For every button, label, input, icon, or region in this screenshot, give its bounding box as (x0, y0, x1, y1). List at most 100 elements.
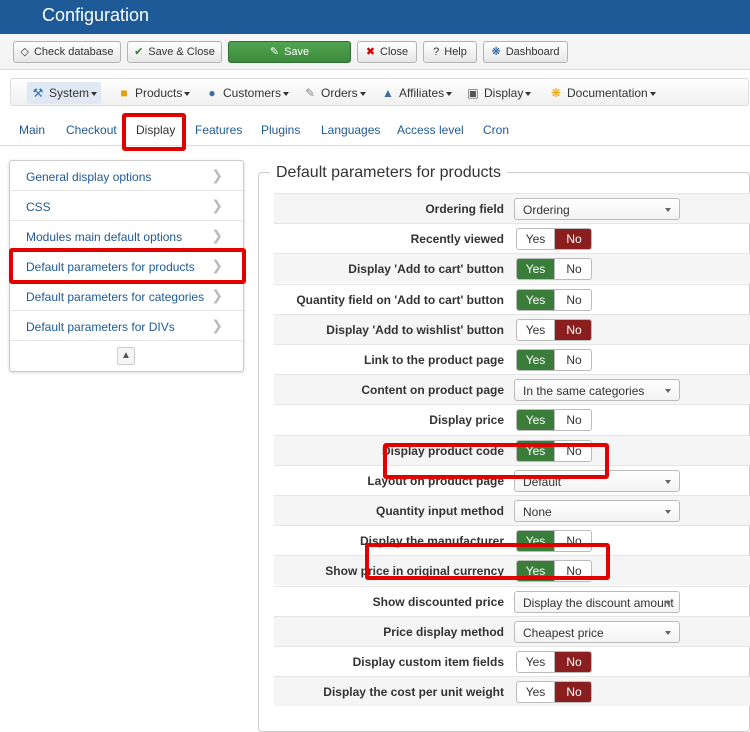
page-title: Configuration (42, 5, 150, 25)
help-button[interactable]: ? Help (423, 41, 477, 63)
toolbar: ◇ Check database ✔ Save & Close ✎ Save ✖ Clo… (0, 34, 750, 70)
no-option[interactable]: No (555, 441, 591, 461)
yes-option[interactable]: Yes (517, 561, 555, 582)
tab-plugins[interactable]: Plugins (261, 123, 300, 137)
param-row-link-to-the-product-page: Link to the product page Yes No (274, 344, 750, 374)
menu-documentation-label: Documentation (567, 86, 648, 100)
param-row-display-add-to-wishlist-button: Display 'Add to wishlist' button Yes No (274, 313, 750, 344)
param-row-display-product-code: Display product code Yes No (274, 434, 750, 465)
param-label: Price display method (383, 624, 504, 639)
tab-access-level[interactable]: Access level (397, 123, 464, 137)
menu-affiliates-label: Affiliates (399, 86, 445, 100)
param-row-display-add-to-cart-button: Display 'Add to cart' button Yes No (274, 253, 750, 284)
param-row-display-price: Display price Yes No (274, 404, 750, 434)
yes-option[interactable]: Yes (517, 259, 555, 280)
users-icon: ● (208, 86, 216, 100)
param-row-display-the-manufacturer: Display the manufacturer Yes No (274, 525, 750, 555)
yes-option[interactable]: Yes (517, 652, 555, 672)
param-row-display-the-cost-per-unit-weight: Display the cost per unit weight Yes No (274, 676, 750, 707)
select-value: Ordering (523, 203, 570, 217)
sidebar-item-label: Default parameters for DIVs (26, 320, 175, 334)
no-option[interactable]: No (555, 682, 591, 703)
select-value: Cheapest price (523, 625, 604, 640)
no-option[interactable]: No (555, 410, 591, 430)
sidebar-item-modules[interactable]: Modules main default options ❯ (10, 221, 243, 251)
param-label: Display 'Add to wishlist' button (326, 322, 504, 337)
no-option[interactable]: No (555, 259, 591, 279)
content-on-product-page-select[interactable]: In the same categories (514, 379, 680, 402)
caret-down-icon (665, 389, 671, 394)
param-row-ordering-field: Ordering field Ordering (274, 193, 750, 223)
tab-cron[interactable]: Cron (483, 123, 509, 137)
no-option[interactable]: No (555, 652, 591, 672)
show-price-in-original-currency-toggle: Yes No (516, 560, 592, 583)
sidebar-item-css[interactable]: CSS ❯ (10, 191, 243, 221)
chevron-right-icon: ❯ (211, 167, 223, 183)
menu-products[interactable]: ■ Products (113, 82, 194, 104)
menu-customers[interactable]: ● Customers (201, 82, 293, 104)
param-label: Quantity field on 'Add to cart' button (296, 292, 504, 307)
sidebar-item-divs[interactable]: Default parameters for DIVs ❯ (10, 311, 243, 341)
param-label: Display 'Add to cart' button (348, 262, 504, 277)
param-label: Display product code (381, 443, 504, 458)
chevron-right-icon: ❯ (211, 197, 223, 213)
no-option[interactable]: No (555, 350, 591, 370)
sidebar-item-products[interactable]: Default parameters for products ❯ (10, 251, 243, 281)
wrench-icon: ⚒ (32, 86, 44, 100)
param-row-content-on-product-page: Content on product page In the same categ… (274, 374, 750, 405)
tab-features[interactable]: Features (195, 123, 242, 137)
yes-option[interactable]: Yes (517, 410, 555, 431)
yes-option[interactable]: Yes (517, 682, 555, 703)
no-option[interactable]: No (555, 319, 591, 340)
sidebar-item-label: Modules main default options (26, 230, 183, 244)
chevron-right-icon: ❯ (211, 287, 223, 303)
price-display-method-select[interactable]: Cheapest price (514, 620, 680, 643)
caret-down-icon (665, 479, 671, 484)
no-option[interactable]: No (555, 290, 591, 310)
collapse-sidebar-button[interactable]: ▲ (117, 347, 135, 365)
layout-on-product-page-select[interactable]: Default (514, 469, 680, 492)
param-label: Quantity input method (376, 504, 504, 518)
tab-checkout[interactable]: Checkout (66, 123, 117, 137)
menu-system[interactable]: ⚒ System (27, 82, 102, 104)
tab-languages[interactable]: Languages (321, 123, 380, 137)
no-option[interactable]: No (555, 229, 591, 250)
help-icon: ? (433, 46, 440, 58)
yes-option[interactable]: Yes (517, 289, 555, 310)
menu-orders[interactable]: ✎ Orders (299, 82, 370, 104)
menu-products-label: Products (135, 86, 183, 100)
yes-option[interactable]: Yes (517, 229, 555, 250)
sidebar-item-general-display[interactable]: General display options ❯ (10, 161, 243, 191)
quantity-input-method-select[interactable]: None (514, 500, 680, 522)
menu-documentation[interactable]: ❋ Documentation (545, 82, 660, 104)
yes-option[interactable]: Yes (517, 531, 555, 552)
sidebar-item-categories[interactable]: Default parameters for categories ❯ (10, 281, 243, 311)
menu-affiliates[interactable]: ▲ Affiliates (377, 82, 456, 104)
save-button[interactable]: ✎ Save (228, 41, 351, 63)
show-discounted-price-select[interactable]: Display the discount amount (514, 590, 680, 613)
tab-main[interactable]: Main (19, 123, 45, 137)
check-icon: ✔ (134, 46, 144, 58)
caret-down-icon (446, 91, 453, 96)
chevron-right-icon: ❯ (211, 317, 223, 333)
sidebar-item-label: Default parameters for categories (26, 290, 205, 304)
param-row-show-price-in-original-currency: Show price in original currency Yes No (274, 555, 750, 586)
no-option[interactable]: No (555, 561, 591, 581)
ordering-field-select[interactable]: Ordering (514, 198, 680, 220)
select-value: Default (523, 474, 562, 489)
collapse-icon: ▲ (121, 350, 131, 361)
menu-display[interactable]: ▣ Display (462, 82, 535, 104)
check-database-button[interactable]: ◇ Check database (13, 41, 121, 63)
caret-down-icon (283, 91, 290, 96)
yes-option[interactable]: Yes (517, 319, 555, 340)
no-option[interactable]: No (555, 531, 591, 551)
param-row-recently-viewed: Recently viewed Yes No (274, 223, 750, 253)
param-row-price-display-method: Price display method Cheapest price (274, 615, 750, 646)
yes-option[interactable]: Yes (517, 350, 555, 370)
tab-display[interactable]: Display (136, 123, 175, 137)
display-custom-item-fields-toggle: Yes No (516, 651, 592, 673)
dashboard-button[interactable]: ❋ Dashboard (483, 41, 568, 63)
yes-option[interactable]: Yes (517, 440, 555, 461)
close-button[interactable]: ✖ Close (357, 41, 417, 63)
save-close-button[interactable]: ✔ Save & Close (127, 41, 222, 63)
